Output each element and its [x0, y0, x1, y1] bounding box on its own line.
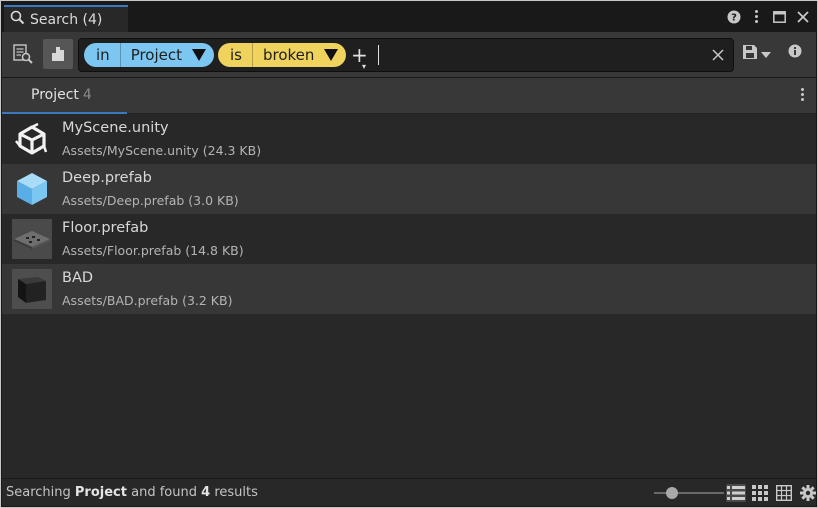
item-name: BAD: [62, 270, 94, 286]
save-query-button[interactable]: [742, 44, 771, 64]
item-description: Assets/Floor.prefab (14.8 KB): [62, 243, 244, 258]
list-item[interactable]: BAD Assets/BAD.prefab (3.2 KB): [2, 264, 816, 314]
results-list: MyScene.unity Assets/MyScene.unity (24.3…: [2, 114, 816, 314]
tab-label: Project: [31, 87, 79, 103]
list-item[interactable]: Floor.prefab Assets/Floor.prefab (14.8 K…: [2, 214, 816, 264]
filter-key: in: [96, 46, 110, 64]
filter-key: is: [230, 46, 242, 64]
status-provider: Project: [74, 485, 127, 500]
table-view-icon[interactable]: [774, 484, 794, 502]
svg-text:?: ?: [731, 12, 737, 23]
gear-icon[interactable]: [798, 484, 816, 502]
prefab-cube-icon: [12, 169, 52, 209]
dropdown-triangle-icon: [324, 49, 339, 61]
close-icon[interactable]: [795, 8, 810, 25]
tab-project[interactable]: Project 4: [2, 78, 127, 114]
grid-view-icon[interactable]: [750, 484, 770, 502]
tab-count: 4: [82, 87, 92, 103]
window-title: Search (4): [30, 11, 103, 28]
item-description: Assets/Deep.prefab (3.0 KB): [62, 193, 239, 208]
item-name: Floor.prefab: [62, 220, 149, 236]
status-count: 4: [201, 485, 211, 500]
filter-value-dropdown[interactable]: Project: [121, 43, 214, 67]
maximize-icon[interactable]: [772, 8, 787, 25]
title-bar: Search (4) ?: [2, 2, 816, 32]
info-icon[interactable]: [788, 44, 802, 62]
search-icon: [10, 10, 25, 29]
status-middle: and found: [131, 485, 197, 500]
item-description: Assets/MyScene.unity (24.3 KB): [62, 143, 262, 158]
list-view-icon[interactable]: [726, 484, 746, 502]
unity-scene-icon: [12, 119, 52, 159]
item-size-slider[interactable]: [654, 487, 724, 499]
status-bar: Searching Project and found 4 results: [2, 478, 816, 506]
floor-preview-icon: [12, 219, 52, 259]
chevron-down-icon: [761, 47, 771, 62]
add-filter-icon[interactable]: + ▾: [351, 45, 368, 71]
dark-cube-icon: [12, 269, 52, 309]
status-suffix: results: [214, 485, 258, 500]
provider-tabs: Project 4: [2, 78, 816, 114]
filter-value: broken: [262, 46, 315, 64]
dropdown-triangle-icon: [192, 49, 207, 61]
search-toolbar: in Project is broken + ▾: [2, 32, 816, 78]
filter-chip-is[interactable]: is broken: [218, 43, 347, 67]
slider-handle[interactable]: [665, 487, 678, 499]
item-name: Deep.prefab: [62, 170, 152, 186]
status-prefix: Searching: [6, 485, 71, 500]
window-tab[interactable]: Search (4): [4, 5, 128, 32]
status-text: Searching Project and found 4 results: [6, 485, 258, 500]
item-name: MyScene.unity: [62, 120, 169, 136]
search-window: Search (4) ? in Project is broken + ▾ Pr…: [1, 1, 817, 507]
search-field[interactable]: in Project is broken + ▾: [78, 38, 734, 72]
clear-search-icon[interactable]: [709, 46, 727, 64]
text-caret: [378, 45, 379, 65]
filter-value-dropdown[interactable]: broken: [253, 43, 346, 67]
help-icon[interactable]: ?: [726, 8, 741, 25]
filter-chip-in[interactable]: in Project: [84, 43, 215, 67]
save-icon: [742, 44, 758, 64]
item-description: Assets/BAD.prefab (3.2 KB): [62, 293, 233, 308]
search-inspector-icon[interactable]: [43, 39, 73, 69]
search-settings-icon[interactable]: [8, 39, 38, 69]
results-menu-icon[interactable]: [801, 88, 804, 101]
list-item[interactable]: MyScene.unity Assets/MyScene.unity (24.3…: [2, 114, 816, 164]
list-item[interactable]: Deep.prefab Assets/Deep.prefab (3.0 KB): [2, 164, 816, 214]
window-menu-icon[interactable]: [749, 8, 764, 25]
filter-value: Project: [130, 46, 183, 64]
